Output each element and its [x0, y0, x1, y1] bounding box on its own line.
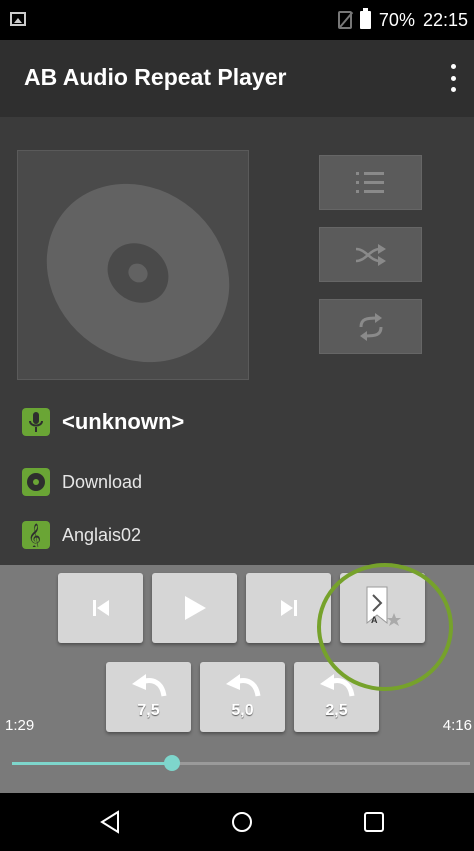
total-duration: 4:16 — [442, 717, 472, 734]
microphone-icon — [22, 408, 50, 436]
skip-next-icon — [280, 600, 297, 616]
seek-bar[interactable] — [12, 755, 470, 771]
album-art — [17, 150, 249, 380]
elapsed-time: 1:29 — [5, 717, 35, 734]
no-sim-icon — [337, 11, 352, 29]
track-title: Anglais02 — [62, 524, 142, 545]
repeat-button[interactable] — [319, 299, 422, 354]
rewind-arrow-icon — [226, 674, 261, 697]
rewind-arrow-icon — [132, 674, 167, 697]
repeat-icon — [359, 312, 382, 341]
playlist-icon — [355, 171, 384, 193]
seek-progress — [12, 762, 173, 765]
rewind-2-5-label: 2,5 — [325, 702, 348, 719]
playlist-button[interactable] — [319, 155, 422, 210]
overflow-menu-icon[interactable] — [448, 64, 458, 92]
image-notification-icon — [10, 12, 26, 26]
play-button[interactable] — [152, 573, 237, 643]
rewind-7-5-label: 7,5 — [137, 702, 160, 719]
album-disc-icon — [22, 468, 50, 496]
rewind-5-0-button[interactable]: 5,0 — [200, 662, 285, 732]
seek-thumb[interactable] — [164, 755, 181, 771]
album-name: Download — [62, 471, 143, 492]
album-row: Download — [22, 468, 142, 496]
battery-icon — [359, 8, 371, 29]
navigation-bar — [0, 793, 474, 851]
highlight-circle — [317, 563, 453, 691]
app-bar: AB Audio Repeat Player — [0, 40, 474, 117]
rewind-7-5-button[interactable]: 7,5 — [106, 662, 191, 732]
rewind-5-0-label: 5,0 — [231, 702, 254, 719]
artist-row: <unknown> — [22, 408, 184, 436]
status-icons: 70% 22:15 — [337, 8, 468, 32]
svg-text:𝄞: 𝄞 — [28, 523, 41, 547]
app-title: AB Audio Repeat Player — [24, 64, 287, 90]
clock: 22:15 — [422, 9, 468, 30]
home-icon[interactable] — [226, 806, 258, 838]
shuffle-icon — [355, 243, 386, 266]
battery-percent: 70% — [378, 9, 415, 30]
artist-name: <unknown> — [62, 409, 185, 434]
play-icon — [184, 596, 206, 620]
music-note-icon: 𝄞 — [22, 521, 50, 549]
shuffle-button[interactable] — [319, 227, 422, 282]
skip-previous-icon — [92, 600, 109, 616]
disc-icon — [46, 183, 230, 363]
previous-button[interactable] — [58, 573, 143, 643]
title-row: 𝄞 Anglais02 — [22, 521, 141, 549]
recents-icon[interactable] — [358, 806, 390, 838]
back-icon[interactable] — [94, 806, 126, 838]
status-bar: 70% 22:15 — [0, 0, 474, 40]
